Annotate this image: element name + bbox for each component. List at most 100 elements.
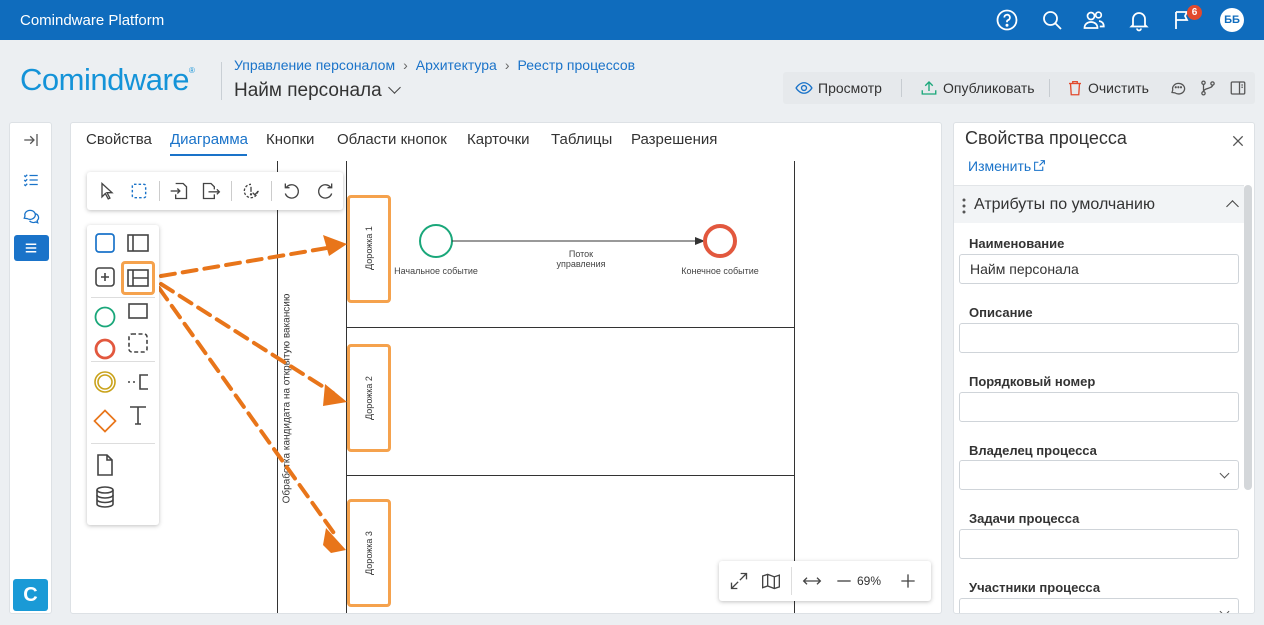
tab-diagram[interactable]: Диаграмма <box>170 131 248 148</box>
pool-icon[interactable] <box>126 231 150 255</box>
clear-label: Очистить <box>1088 80 1149 96</box>
group-icon[interactable] <box>126 331 150 355</box>
panel-toggle-button[interactable] <box>1229 72 1249 104</box>
logo-text: Comindware <box>20 62 190 97</box>
edit-link[interactable]: Изменить <box>968 158 1046 174</box>
pool-label[interactable]: Обработка кандидата на открытую вакансию <box>277 253 297 553</box>
tab-tables[interactable]: Таблицы <box>551 131 612 148</box>
process-properties-panel: Свойства процесса Изменить Атрибуты по у… <box>953 122 1255 614</box>
breadcrumb-item-hr[interactable]: Управление персоналом <box>234 57 395 73</box>
annotation-arrow-3 <box>157 286 338 538</box>
pool-border-right <box>794 161 795 613</box>
tab-buttons[interactable]: Кнопки <box>266 131 314 148</box>
external-link-icon <box>1034 160 1046 171</box>
breadcrumb-separator: › <box>403 57 408 73</box>
drag-handle-icon[interactable] <box>962 198 966 214</box>
tab-permissions[interactable]: Разрешения <box>631 131 717 148</box>
action-divider <box>1049 79 1050 97</box>
diagram-tools-toolbar <box>87 172 343 210</box>
lasso-select-icon[interactable] <box>129 181 149 201</box>
database-icon[interactable] <box>93 485 117 509</box>
process-owner-field-label: Владелец процесса <box>969 443 1097 458</box>
name-field[interactable]: Найм персонала <box>959 254 1239 284</box>
action-toolbar: Просмотр Опубликовать Очистить <box>783 72 1255 104</box>
export-icon[interactable] <box>201 181 221 201</box>
action-divider <box>901 79 902 97</box>
import-icon[interactable] <box>169 181 189 201</box>
panel-scrollbar[interactable] <box>1244 185 1252 490</box>
task-icon[interactable] <box>93 231 117 255</box>
text-icon[interactable] <box>126 403 150 427</box>
breadcrumb-item-process-registry[interactable]: Реестр процессов <box>518 57 636 73</box>
intermediate-event-icon[interactable] <box>93 370 117 394</box>
page-title[interactable]: Найм персонала <box>234 80 401 102</box>
start-event-icon[interactable] <box>93 305 117 329</box>
breadcrumb-item-architecture[interactable]: Архитектура <box>416 57 497 73</box>
description-field[interactable] <box>959 323 1239 353</box>
edit-link-label: Изменить <box>968 158 1032 174</box>
breadcrumb-separator: › <box>504 57 510 73</box>
chat-icon <box>23 209 40 224</box>
annotation-arrowhead-3 <box>323 528 346 553</box>
redo-icon[interactable] <box>315 181 335 201</box>
tab-properties[interactable]: Свойства <box>86 131 152 148</box>
tab-cards[interactable]: Карточки <box>467 131 530 148</box>
platform-brand[interactable]: Comindware Platform <box>20 12 164 29</box>
document-icon[interactable] <box>93 453 117 477</box>
undo-icon[interactable] <box>282 181 302 201</box>
expand-rail-button[interactable] <box>14 127 49 153</box>
default-attributes-section[interactable]: Атрибуты по умолчанию <box>954 185 1244 223</box>
gateway-icon[interactable] <box>93 409 117 433</box>
order-number-field-label: Порядковый номер <box>969 374 1096 389</box>
publish-label: Опубликовать <box>943 80 1035 96</box>
comindware-app-icon[interactable]: C <box>13 579 48 611</box>
close-icon[interactable] <box>1230 133 1246 149</box>
zoom-in-icon[interactable] <box>898 571 918 591</box>
process-owner-select[interactable] <box>959 460 1239 490</box>
tab-button-areas[interactable]: Области кнопок <box>337 131 447 148</box>
comment-icon <box>1171 82 1186 95</box>
pointer-icon[interactable] <box>97 181 117 201</box>
comments-button[interactable] <box>1169 72 1189 104</box>
order-number-field[interactable] <box>959 392 1239 422</box>
flow-label-line1: Поток <box>568 249 594 259</box>
panel-title: Свойства процесса <box>965 128 1127 148</box>
publish-button[interactable]: Опубликовать <box>920 72 1042 104</box>
chevron-down-icon <box>1219 468 1230 479</box>
fullscreen-icon[interactable] <box>729 571 749 591</box>
user-avatar[interactable]: ББ <box>1220 8 1244 32</box>
clear-button[interactable]: Очистить <box>1066 72 1160 104</box>
rail-chat-button[interactable] <box>14 203 49 229</box>
annotation-icon[interactable] <box>126 370 150 394</box>
logo-divider <box>221 62 222 100</box>
checklist-icon <box>23 174 38 187</box>
process-tasks-field[interactable] <box>959 529 1239 559</box>
help-icon[interactable] <box>995 8 1019 32</box>
validate-icon[interactable] <box>241 181 261 201</box>
breadcrumb: Управление персоналом › Архитектура › Реестр… <box>234 57 635 73</box>
minimap-icon[interactable] <box>761 571 781 591</box>
fit-width-icon[interactable] <box>802 571 822 591</box>
zoom-out-icon[interactable] <box>834 571 854 591</box>
toolbar-divider <box>231 181 232 201</box>
versions-button[interactable] <box>1199 72 1219 104</box>
end-event-circle[interactable] <box>703 224 737 258</box>
chevron-up-icon[interactable] <box>1226 200 1239 213</box>
search-icon[interactable] <box>1040 8 1064 32</box>
users-icon[interactable] <box>1082 8 1106 32</box>
start-event-circle[interactable] <box>419 224 453 258</box>
preview-button[interactable]: Просмотр <box>795 72 899 104</box>
chevron-down-icon[interactable] <box>387 81 401 94</box>
bell-icon[interactable] <box>1127 8 1151 32</box>
diagram-panel: Свойства Диаграмма Кнопки Области кнопок… <box>70 122 942 614</box>
rail-tasks-button[interactable] <box>14 167 49 193</box>
lane-icon[interactable] <box>126 266 150 290</box>
rectangle-icon[interactable] <box>126 299 150 323</box>
name-field-value: Найм персонала <box>970 261 1079 277</box>
process-participants-select[interactable] <box>959 598 1239 613</box>
comindware-logo: Comindware® <box>20 62 195 98</box>
subprocess-icon[interactable] <box>93 265 117 289</box>
end-event-icon[interactable] <box>93 337 117 361</box>
start-event-label: Начальное событие <box>394 266 478 276</box>
rail-menu-button[interactable] <box>14 235 49 261</box>
